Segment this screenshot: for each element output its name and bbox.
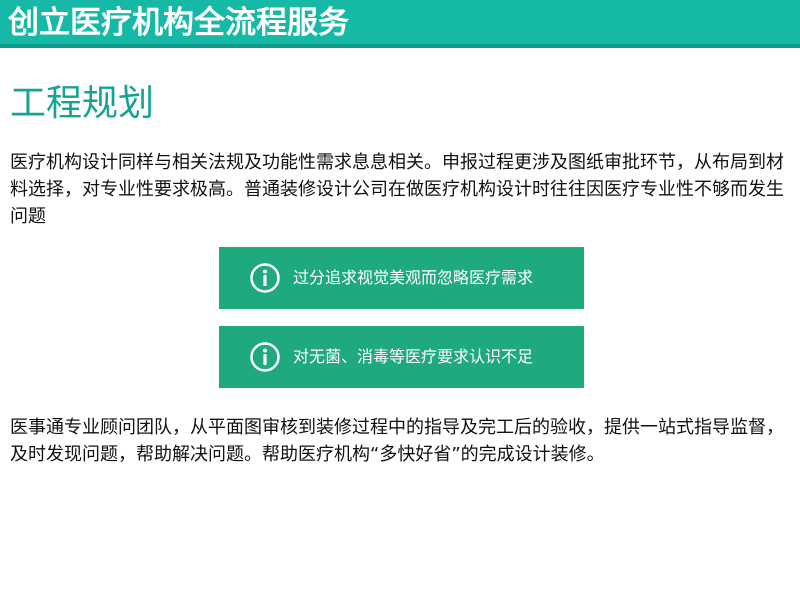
- intro-paragraph: 医疗机构设计同样与相关法规及功能性需求息息相关。申报过程更涉及图纸审批环节，从布…: [10, 152, 784, 227]
- section-title: 工程规划: [10, 83, 155, 124]
- info-icon: [250, 342, 280, 372]
- summary-paragraph: 医事通专业顾问团队，从平面图审核到装修过程中的指导及完工后的验收，提供一站式指导…: [10, 417, 784, 465]
- notice-text: 对无菌、消毒等医疗要求认识不足: [293, 347, 534, 366]
- notice-box-sterile: 对无菌、消毒等医疗要求认识不足: [219, 326, 584, 388]
- page-header: 创立医疗机构全流程服务: [0, 0, 800, 48]
- info-icon: [250, 263, 280, 293]
- notice-box-visual: 过分追求视觉美观而忽略医疗需求: [219, 247, 584, 309]
- header-title: 创立医疗机构全流程服务: [8, 5, 349, 41]
- notice-text: 过分追求视觉美观而忽略医疗需求: [293, 268, 534, 287]
